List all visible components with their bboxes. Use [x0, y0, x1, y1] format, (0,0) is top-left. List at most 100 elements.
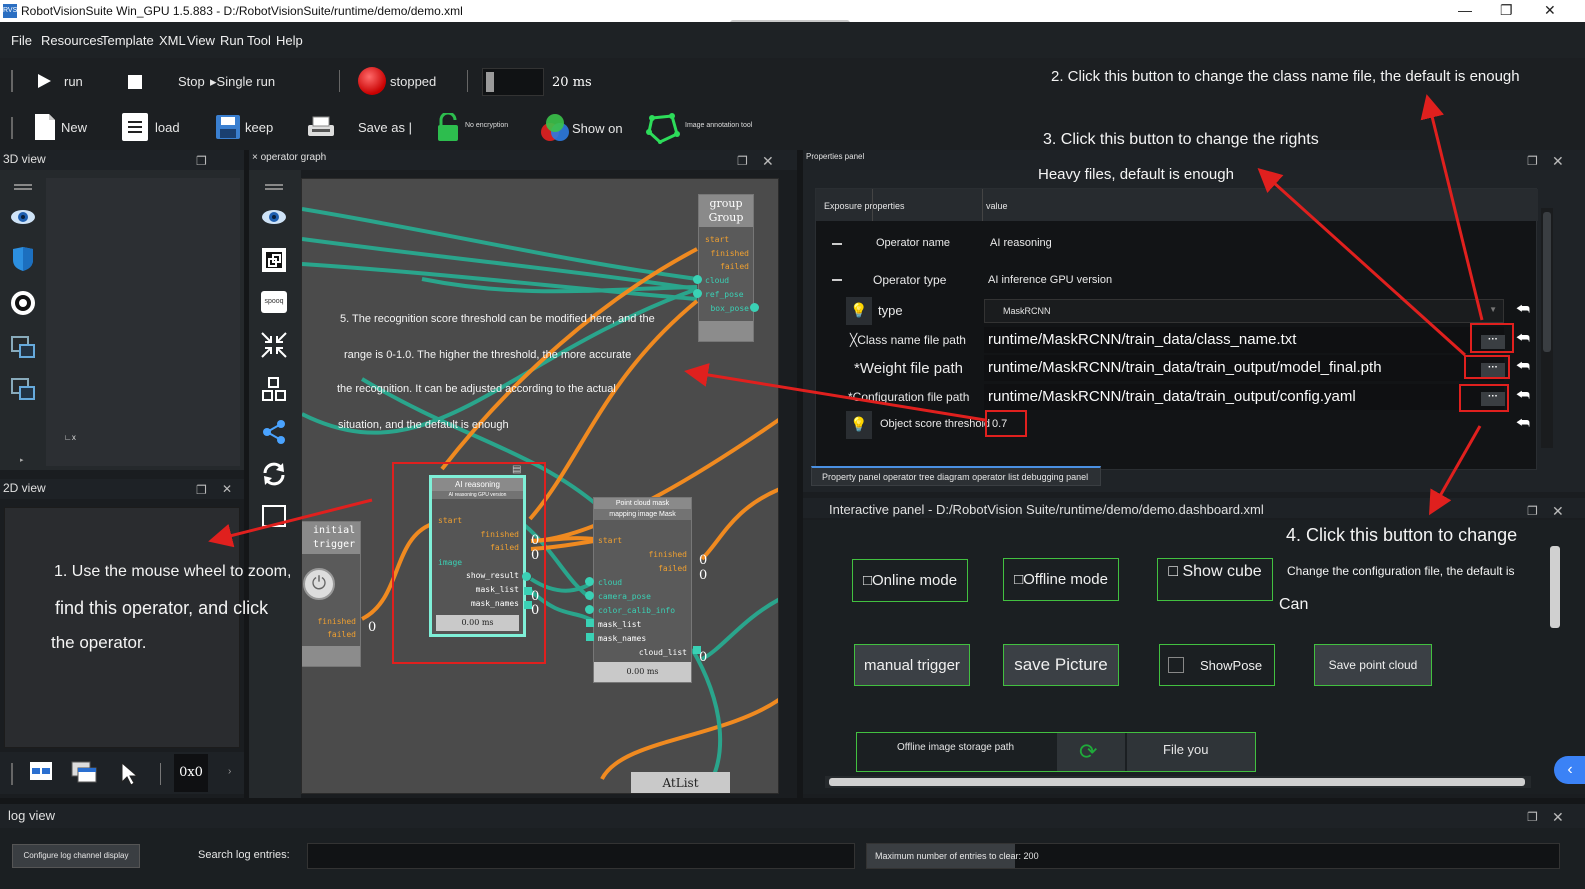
scroll-thumb[interactable] — [1543, 212, 1551, 352]
stop-icon[interactable] — [128, 75, 142, 89]
float-icon[interactable]: ❐ — [196, 154, 207, 168]
menu-view[interactable]: View — [187, 33, 215, 48]
share-nodes-icon[interactable] — [260, 418, 288, 446]
window-tile-icon[interactable] — [28, 760, 56, 789]
annotation-tool-icon[interactable] — [646, 112, 680, 147]
save-icon[interactable] — [215, 114, 241, 143]
close-icon[interactable]: ✕ — [1544, 2, 1556, 19]
reset-icon[interactable]: ⮪ — [1516, 387, 1530, 404]
node-menu-icon[interactable]: ▤ — [512, 464, 521, 475]
type-select[interactable]: MaskRCNN ▼ — [984, 299, 1504, 323]
stop-button[interactable]: Stop — [178, 74, 205, 89]
online-mode-checkbox[interactable]: □Online mode — [852, 559, 968, 602]
camera-capture-icon[interactable] — [9, 333, 37, 361]
eye-icon[interactable] — [260, 203, 288, 231]
vertical-scrollbar[interactable] — [1550, 546, 1560, 628]
reset-icon[interactable]: ⮪ — [1516, 358, 1530, 375]
window-cascade-icon[interactable] — [70, 760, 100, 791]
ai-reasoning-node[interactable]: AI reasoning AI reasoning GPU version st… — [429, 475, 526, 637]
grip-icon[interactable] — [14, 184, 32, 186]
run-button[interactable]: run — [64, 74, 83, 89]
port-dot[interactable] — [693, 289, 702, 298]
refresh-button[interactable]: ⟳ — [1057, 733, 1125, 771]
reset-icon[interactable]: ⮪ — [1516, 301, 1530, 318]
offline-mode-checkbox[interactable]: □Offline mode — [1003, 558, 1119, 601]
menu-xml[interactable]: XML — [159, 33, 186, 48]
column-exposure-properties[interactable]: Exposure properties — [824, 201, 905, 211]
config-path-field[interactable]: runtime/MaskRCNN/train_data/train_output… — [984, 384, 1504, 410]
port-dot[interactable] — [750, 303, 759, 312]
properties-tab-bar[interactable]: Property panel operator tree diagram ope… — [811, 466, 1101, 486]
operator-graph-canvas[interactable]: group Group start finished failed cloud … — [301, 178, 779, 794]
properties-tabs[interactable]: Property panel operator tree diagram ope… — [822, 472, 1088, 482]
horizontal-scrollbar[interactable] — [825, 776, 1531, 788]
close-icon[interactable]: ✕ — [1552, 153, 1564, 170]
port-square[interactable] — [586, 633, 594, 641]
camera-capture-2-icon[interactable] — [9, 375, 37, 403]
menu-template[interactable]: Template — [101, 33, 154, 48]
float-icon[interactable]: ❐ — [1527, 504, 1538, 518]
float-icon[interactable]: ❐ — [196, 483, 207, 497]
menu-tool[interactable]: Tool — [247, 33, 271, 48]
refresh-icon[interactable] — [260, 460, 288, 488]
new-file-icon[interactable] — [34, 113, 56, 144]
port-dot[interactable] — [585, 577, 594, 586]
interval-slider[interactable] — [482, 68, 544, 96]
show-cube-checkbox[interactable]: □ Show cube — [1157, 558, 1273, 601]
spooq-icon[interactable]: spooq — [260, 288, 288, 316]
lock-icon[interactable] — [435, 111, 463, 146]
point-cloud-mask-node[interactable]: Point cloud mask mapping image Mask star… — [593, 497, 692, 683]
save-as-button[interactable]: Save as | — [358, 120, 412, 135]
port-dot[interactable] — [585, 605, 594, 614]
port-square[interactable] — [586, 619, 594, 627]
view3d-canvas[interactable]: ∟x — [46, 178, 240, 466]
snapshot-icon[interactable] — [260, 503, 288, 531]
show-on-button[interactable]: Show on — [572, 121, 623, 136]
no-encryption-button[interactable]: No encryption — [465, 122, 508, 129]
toolbar-grip[interactable] — [11, 763, 13, 785]
menu-run[interactable]: Run — [220, 33, 244, 48]
expand-arrow-icon[interactable]: ▸ — [20, 456, 24, 464]
grip-icon[interactable] — [265, 184, 283, 186]
restore-icon[interactable]: ❐ — [1500, 2, 1513, 19]
weight-path-field[interactable]: runtime/MaskRCNN/train_data/train_output… — [984, 355, 1504, 381]
annotation-tool-button[interactable]: Image annotation tool — [685, 122, 752, 129]
port-dot[interactable] — [585, 591, 594, 600]
show-on-icon[interactable] — [540, 112, 570, 147]
port-dot[interactable] — [693, 275, 702, 284]
manual-trigger-button[interactable]: manual trigger — [854, 644, 970, 686]
slider-handle[interactable] — [486, 72, 494, 92]
layout-blocks-icon[interactable] — [260, 375, 288, 403]
close-icon[interactable]: ✕ — [762, 153, 774, 170]
target-icon[interactable] — [9, 289, 37, 317]
initial-trigger-node[interactable]: initial trigger ⏻ finished failed — [302, 521, 361, 667]
menu-file[interactable]: File — [11, 33, 32, 48]
float-icon[interactable]: ❐ — [1527, 154, 1538, 168]
atlist-node[interactable]: AtList — [631, 772, 730, 793]
properties-scrollbar[interactable] — [1541, 208, 1553, 448]
single-run-button[interactable]: ▸Single run — [210, 74, 275, 90]
play-icon[interactable] — [36, 73, 52, 92]
reset-icon[interactable]: ⮪ — [1516, 330, 1530, 347]
new-button[interactable]: New — [61, 120, 87, 135]
operator-graph-tab[interactable]: × operator graph — [252, 152, 326, 163]
save-picture-button[interactable]: save Picture — [1003, 644, 1119, 686]
configure-log-button[interactable]: Configure log channel display — [12, 844, 140, 868]
menu-resources[interactable]: Resources — [41, 33, 103, 48]
group-node[interactable]: group Group start finished failed cloud … — [693, 194, 759, 342]
group-frame-icon[interactable] — [260, 246, 288, 274]
view2d-canvas[interactable] — [4, 507, 240, 748]
shield-icon[interactable] — [9, 245, 37, 273]
column-value[interactable]: value — [986, 201, 1008, 211]
collapse-side-icon[interactable]: ‹ — [1554, 756, 1585, 784]
eye-icon[interactable] — [9, 203, 37, 231]
scroll-thumb[interactable] — [829, 778, 1525, 786]
collapse-icon[interactable] — [260, 331, 288, 359]
toolbar-grip[interactable] — [11, 117, 13, 139]
show-pose-checkbox[interactable]: ShowPose — [1159, 644, 1275, 686]
minimize-icon[interactable]: — — [1458, 2, 1472, 18]
max-entries-field[interactable]: Maximum number of entries to clear: 200 — [866, 843, 1560, 869]
class-name-path-field[interactable]: runtime/MaskRCNN/train_data/class_name.t… — [984, 327, 1504, 353]
power-icon[interactable]: ⏻ — [303, 568, 335, 600]
save-point-cloud-button[interactable]: Save point cloud — [1314, 644, 1432, 686]
